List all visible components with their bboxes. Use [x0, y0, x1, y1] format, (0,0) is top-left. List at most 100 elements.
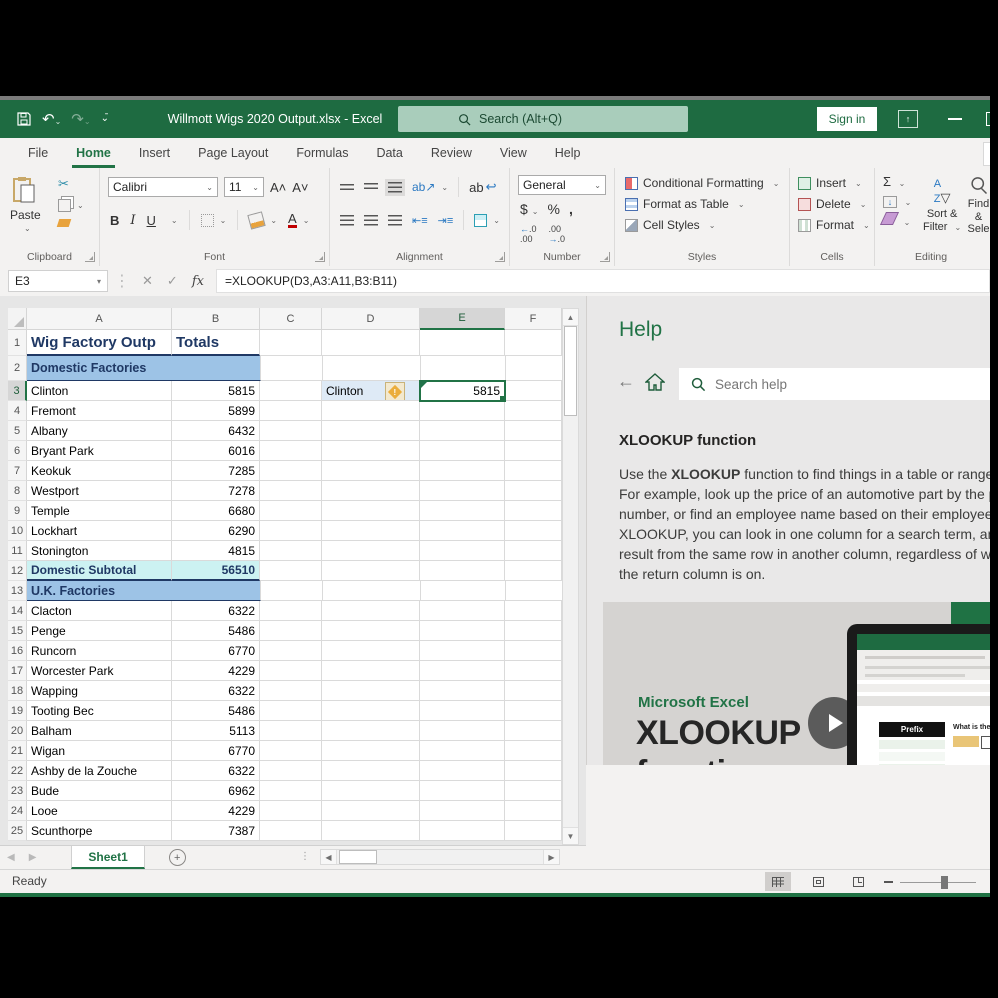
page-layout-view-button[interactable]	[805, 872, 831, 891]
row-header-4[interactable]: 4	[8, 401, 27, 421]
clipboard-dialog-launcher[interactable]	[85, 252, 95, 262]
cell-E21[interactable]	[420, 741, 505, 761]
cell-C18[interactable]	[260, 681, 322, 701]
align-left-icon[interactable]	[340, 215, 354, 226]
cell-C6[interactable]	[260, 441, 322, 461]
row-header-5[interactable]: 5	[8, 421, 27, 441]
tab-review[interactable]: Review	[417, 138, 486, 168]
cell-E2[interactable]	[421, 356, 506, 381]
increase-decimal-button[interactable]: ←.0.00	[520, 224, 537, 244]
cell-B10[interactable]: 6290	[172, 521, 260, 541]
cell-B15[interactable]: 5486	[172, 621, 260, 641]
cell-D25[interactable]	[322, 821, 420, 841]
decrease-decimal-button[interactable]: .00→.0	[549, 224, 566, 244]
cell-D19[interactable]	[322, 701, 420, 721]
cell-D13[interactable]	[323, 581, 421, 601]
cut-off-button[interactable]	[983, 142, 990, 166]
cell-C8[interactable]	[260, 481, 322, 501]
cell-E24[interactable]	[420, 801, 505, 821]
row-header-24[interactable]: 24	[8, 801, 27, 821]
cell-C3[interactable]	[260, 381, 322, 401]
center-icon[interactable]	[364, 215, 378, 226]
cell-E3-selected[interactable]: 5815	[420, 381, 505, 401]
cell-D10[interactable]	[322, 521, 420, 541]
increase-indent-icon[interactable]: ⇥≡	[438, 214, 454, 227]
cell-D4[interactable]	[322, 401, 420, 421]
cell-A12[interactable]: Domestic Subtotal	[27, 561, 172, 581]
page-break-view-button[interactable]	[845, 872, 871, 891]
cell-A21[interactable]: Wigan	[27, 741, 172, 761]
sheet-nav-right-icon[interactable]: ▶	[29, 852, 37, 863]
cell-F12[interactable]	[505, 561, 562, 581]
row-header-15[interactable]: 15	[8, 621, 27, 641]
column-header-C[interactable]: C	[260, 308, 322, 330]
comma-style-button[interactable]: ,	[569, 201, 573, 217]
cell-B19[interactable]: 5486	[172, 701, 260, 721]
cell-C5[interactable]	[260, 421, 322, 441]
cell-C21[interactable]	[260, 741, 322, 761]
select-all-corner[interactable]	[8, 308, 27, 330]
cell-C15[interactable]	[260, 621, 322, 641]
wrap-text-icon[interactable]: ab↩	[469, 179, 496, 195]
cell-A20[interactable]: Balham	[27, 721, 172, 741]
cell-D9[interactable]	[322, 501, 420, 521]
cell-D8[interactable]	[322, 481, 420, 501]
find-select-button[interactable]: Find &Sele	[967, 176, 990, 236]
cell-F3[interactable]	[505, 381, 562, 401]
cell-E20[interactable]	[420, 721, 505, 741]
cell-C20[interactable]	[260, 721, 322, 741]
shrink-font-button[interactable]: A˅	[292, 180, 308, 195]
cell-F5[interactable]	[505, 421, 562, 441]
cell-C10[interactable]	[260, 521, 322, 541]
font-name-select[interactable]: Calibri⌄	[108, 177, 218, 197]
cell-B4[interactable]: 5899	[172, 401, 260, 421]
cell-F16[interactable]	[505, 641, 562, 661]
cell-E7[interactable]	[420, 461, 505, 481]
row-header-13[interactable]: 13	[8, 581, 27, 601]
cell-E12[interactable]	[420, 561, 505, 581]
autosum-button[interactable]: Σ ⌄	[883, 174, 911, 189]
maximize-button[interactable]	[986, 112, 990, 126]
cell-B3[interactable]: 5815	[172, 381, 260, 401]
cell-F6[interactable]	[505, 441, 562, 461]
cell-E15[interactable]	[420, 621, 505, 641]
cell-A5[interactable]: Albany	[27, 421, 172, 441]
cell-F7[interactable]	[505, 461, 562, 481]
column-header-D[interactable]: D	[322, 308, 420, 330]
column-header-E[interactable]: E	[420, 308, 505, 330]
column-header-A[interactable]: A	[27, 308, 172, 330]
cell-C14[interactable]	[260, 601, 322, 621]
alignment-dialog-launcher[interactable]	[495, 252, 505, 262]
cell-F20[interactable]	[505, 721, 562, 741]
save-icon[interactable]	[16, 111, 32, 127]
cell-D1[interactable]	[322, 330, 420, 356]
italic-button[interactable]: I	[130, 213, 135, 228]
cell-B23[interactable]: 6962	[172, 781, 260, 801]
row-header-3[interactable]: 3	[8, 381, 27, 401]
cell-C4[interactable]	[260, 401, 322, 421]
row-header-21[interactable]: 21	[8, 741, 27, 761]
percent-style-button[interactable]: %	[548, 201, 560, 217]
paste-button[interactable]: Paste⌄	[10, 176, 41, 233]
align-right-icon[interactable]	[388, 215, 402, 226]
cell-B7[interactable]: 7285	[172, 461, 260, 481]
titlebar-search-box[interactable]: Search (Alt+Q)	[398, 106, 688, 132]
cell-C22[interactable]	[260, 761, 322, 781]
cell-F2[interactable]	[506, 356, 563, 381]
cell-C12[interactable]	[260, 561, 322, 581]
row-header-23[interactable]: 23	[8, 781, 27, 801]
cell-F17[interactable]	[505, 661, 562, 681]
cell-A3[interactable]: Clinton	[27, 381, 172, 401]
cell-B24[interactable]: 4229	[172, 801, 260, 821]
vertical-scrollbar[interactable]: ▲ ▼	[562, 308, 579, 845]
tab-home[interactable]: Home	[62, 138, 125, 168]
cell-B9[interactable]: 6680	[172, 501, 260, 521]
undo-icon[interactable]: ↶⌄	[42, 112, 61, 127]
cell-F1[interactable]	[505, 330, 562, 356]
cell-A15[interactable]: Penge	[27, 621, 172, 641]
cell-B8[interactable]: 7278	[172, 481, 260, 501]
sort-filter-button[interactable]: AZ▽ Sort &Filter ⌄	[923, 176, 961, 233]
cell-F13[interactable]	[506, 581, 563, 601]
row-header-17[interactable]: 17	[8, 661, 27, 681]
cell-C23[interactable]	[260, 781, 322, 801]
